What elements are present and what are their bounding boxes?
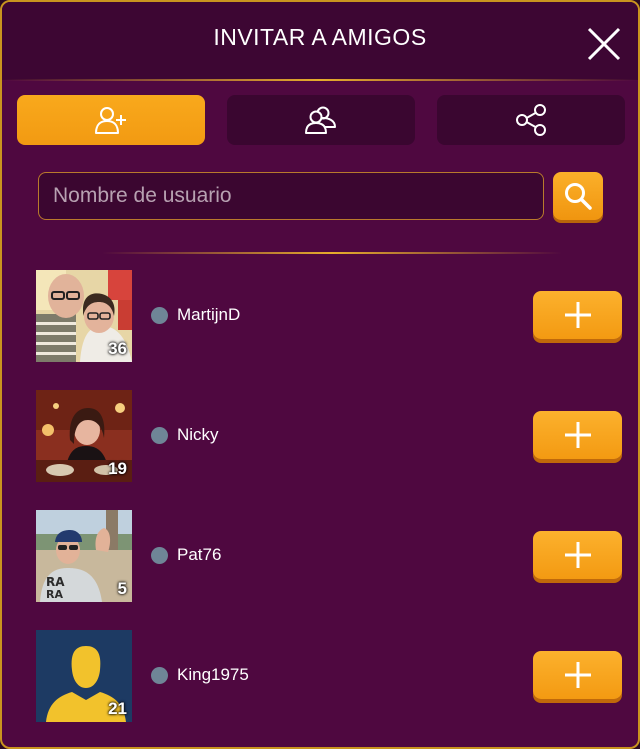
friend-row: 21 King1975 [2, 630, 638, 724]
search-divider [102, 252, 562, 254]
username-label: MartijnD [177, 305, 241, 324]
level-badge: 5 [117, 579, 127, 598]
avatar: 21 [36, 630, 132, 722]
add-friend-button[interactable] [533, 411, 622, 459]
level-badge: 19 [108, 459, 127, 478]
add-friend-button[interactable] [533, 531, 622, 579]
friend-row: RA RA 5 Pat76 [2, 510, 638, 604]
add-user-icon [95, 107, 126, 134]
plus-icon [564, 542, 591, 568]
tab-share[interactable] [437, 95, 625, 145]
close-button[interactable] [586, 26, 622, 62]
status-indicator [151, 547, 168, 564]
status-indicator [151, 427, 168, 444]
avatar: RA RA 5 [36, 510, 132, 602]
level-badge: 36 [108, 339, 127, 358]
username-label: Pat76 [177, 545, 222, 564]
plus-icon [564, 302, 591, 328]
username-search-input[interactable] [38, 172, 544, 220]
invite-friends-dialog: INVITAR A AMIGOS Nombre de usuario 36 Ma… [0, 0, 640, 749]
search-button[interactable] [553, 172, 603, 220]
search-icon [565, 183, 592, 210]
add-friend-button[interactable] [533, 651, 622, 699]
avatar: 36 [36, 270, 132, 362]
username-label: Nicky [177, 425, 219, 444]
dialog-header: INVITAR A AMIGOS [2, 2, 638, 80]
status-indicator [151, 307, 168, 324]
header-divider [2, 79, 638, 81]
dialog-title: INVITAR A AMIGOS [213, 24, 427, 50]
share-icon [516, 104, 546, 136]
tab-friends[interactable] [227, 95, 415, 145]
status-indicator [151, 667, 168, 684]
username-label: King1975 [177, 665, 249, 684]
tab-add-friend[interactable] [17, 95, 205, 145]
level-badge: 21 [108, 699, 127, 718]
friend-row: 36 MartijnD [2, 270, 638, 364]
friend-row: 19 Nicky [2, 390, 638, 484]
svg-text:RA: RA [46, 588, 63, 601]
avatar: 19 [36, 390, 132, 482]
svg-text:RA: RA [46, 575, 65, 589]
plus-icon [564, 422, 591, 448]
friends-icon [305, 106, 336, 134]
add-friend-button[interactable] [533, 291, 622, 339]
plus-icon [564, 662, 591, 688]
close-icon [587, 27, 621, 61]
